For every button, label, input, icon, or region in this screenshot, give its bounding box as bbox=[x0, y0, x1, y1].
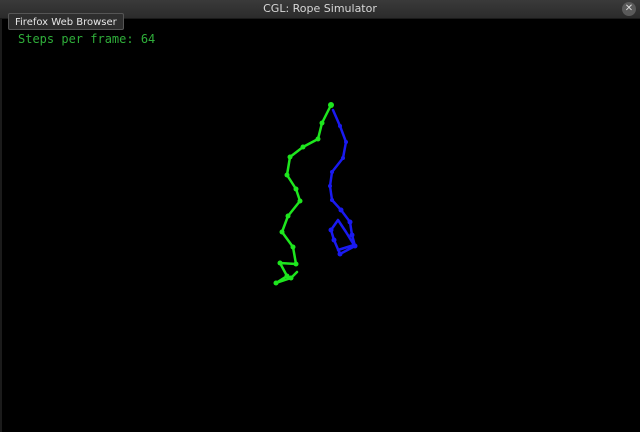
steps-per-frame-label: Steps per frame: 64 bbox=[18, 32, 156, 46]
green-rope-node bbox=[328, 102, 334, 108]
green-rope-node bbox=[277, 260, 283, 266]
blue-rope bbox=[328, 108, 358, 257]
blue-rope-node bbox=[330, 198, 334, 202]
green-rope-node bbox=[315, 136, 321, 142]
blue-rope-node bbox=[338, 124, 342, 128]
taskbar-tooltip: Firefox Web Browser bbox=[8, 13, 124, 30]
blue-rope-node bbox=[328, 184, 332, 188]
green-rope-node bbox=[293, 261, 299, 267]
blue-rope-node bbox=[328, 227, 334, 233]
green-rope bbox=[273, 102, 334, 286]
blue-rope-node bbox=[338, 207, 344, 213]
green-rope-node bbox=[288, 275, 294, 281]
app-window: CGL: Rope Simulator ✕ Steps per frame: 6… bbox=[0, 0, 640, 432]
green-rope-node bbox=[290, 244, 296, 250]
blue-rope-node bbox=[347, 219, 353, 225]
green-rope-node bbox=[279, 229, 285, 235]
blue-rope-node bbox=[349, 232, 355, 238]
green-rope-node bbox=[319, 120, 325, 126]
blue-rope-line bbox=[328, 108, 357, 256]
blue-rope-node bbox=[337, 251, 343, 257]
green-rope-line bbox=[274, 103, 333, 285]
blue-rope-node bbox=[344, 140, 348, 144]
green-rope-node bbox=[285, 213, 291, 219]
green-rope-node bbox=[293, 186, 299, 192]
green-rope-node bbox=[297, 198, 303, 204]
blue-rope-node bbox=[352, 243, 358, 249]
blue-rope-node bbox=[331, 237, 337, 243]
green-rope-node bbox=[300, 144, 306, 150]
blue-rope-node bbox=[330, 170, 334, 174]
green-rope-node bbox=[284, 172, 290, 178]
green-rope-node bbox=[273, 280, 279, 286]
blue-rope-node bbox=[341, 156, 345, 160]
close-icon[interactable]: ✕ bbox=[622, 2, 636, 16]
green-rope-node bbox=[287, 154, 293, 160]
simulation-canvas[interactable] bbox=[0, 19, 640, 432]
